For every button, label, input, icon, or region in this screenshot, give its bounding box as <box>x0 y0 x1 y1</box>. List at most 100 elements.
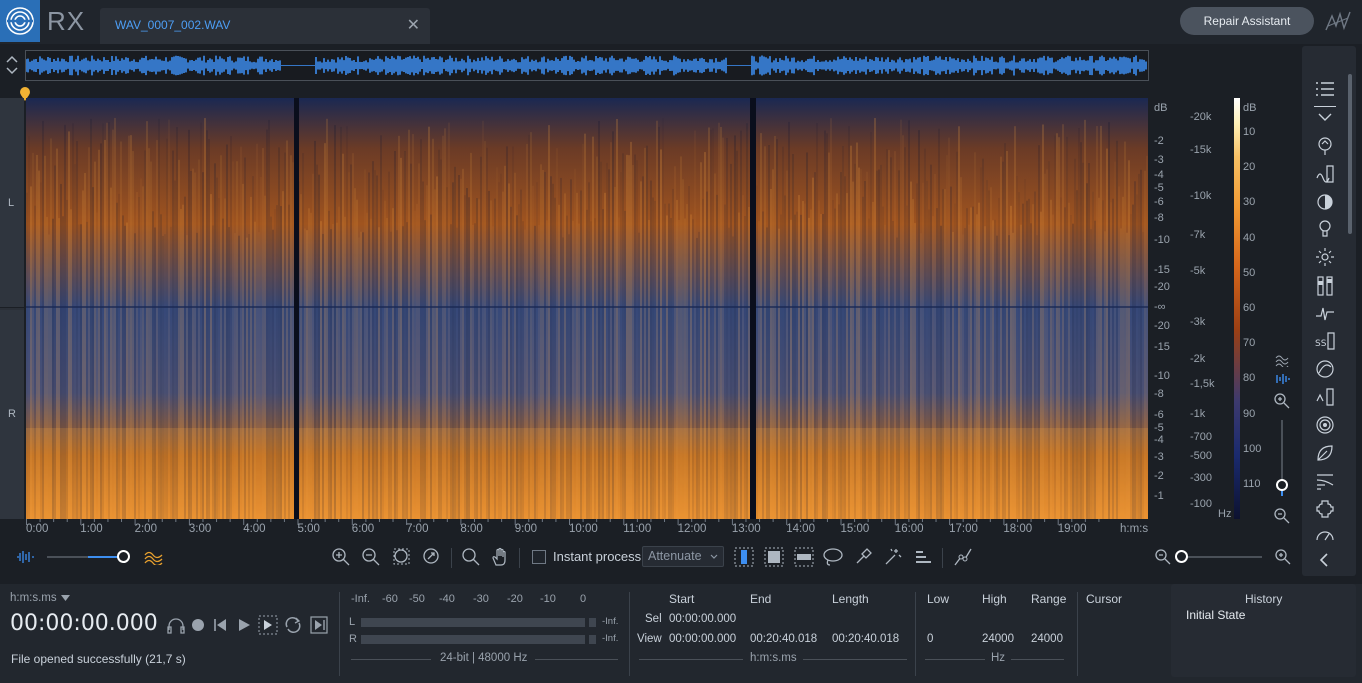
chevron-down-icon[interactable] <box>1316 112 1334 122</box>
eq-module-icon[interactable] <box>1315 275 1335 297</box>
file-tab[interactable]: WAV_0007_002.WAV ✕ <box>100 8 430 44</box>
amp-scale-label: -∞ <box>1154 301 1166 313</box>
color-scale-label: 110 <box>1243 478 1261 490</box>
declick-module-icon[interactable] <box>1315 304 1335 324</box>
overview-waveform[interactable] <box>25 50 1149 81</box>
spectrogram-plot <box>26 98 1148 519</box>
view-start-field[interactable]: 00:00:00.000 <box>669 633 736 645</box>
module-list-icon[interactable] <box>1314 80 1336 98</box>
declip-module-icon[interactable] <box>1315 164 1335 184</box>
vertical-zoom-in-icon[interactable] <box>1273 392 1291 410</box>
high-header: High <box>982 592 1007 606</box>
right-channel-label: R <box>8 408 16 420</box>
magic-wand-icon[interactable] <box>881 545 905 569</box>
horizontal-zoom-out-icon[interactable] <box>1151 545 1175 569</box>
time-tick-label: 9:00 <box>514 523 538 535</box>
signal-path-icon[interactable] <box>1322 8 1354 36</box>
repair-assistant-module-icon[interactable] <box>1315 136 1335 156</box>
gain-envelope-icon[interactable] <box>951 545 975 569</box>
vertical-zoom-thumb[interactable] <box>1276 479 1288 491</box>
frequency-selection-icon[interactable] <box>792 545 816 569</box>
range-freq-field[interactable]: 24000 <box>1031 633 1063 645</box>
zoom-tool-icon[interactable] <box>459 545 483 569</box>
dialogue-isolate-module-icon[interactable] <box>1315 443 1335 463</box>
view-end-field[interactable]: 00:20:40.018 <box>750 633 817 645</box>
deplosive-module-icon[interactable] <box>1315 219 1335 239</box>
chevron-left-icon[interactable] <box>1318 552 1330 568</box>
color-scale-label: 20 <box>1243 161 1256 174</box>
spectrogram-opacity-icon[interactable] <box>142 545 166 569</box>
play-selection-icon[interactable] <box>258 615 278 635</box>
low-freq-field[interactable]: 0 <box>927 633 933 645</box>
history-item-initial-state[interactable]: Initial State <box>1186 608 1245 622</box>
plugin-module-icon[interactable] <box>1315 499 1335 519</box>
sidebar-divider <box>1314 106 1336 107</box>
de-bleed-module-icon[interactable] <box>1315 359 1335 379</box>
close-tab-icon[interactable]: ✕ <box>407 15 420 35</box>
status-message: File opened successfully (21,7 s) <box>11 652 186 666</box>
horizontal-zoom-track[interactable] <box>1180 556 1262 558</box>
instant-process-mode-select[interactable]: Attenuate <box>642 546 724 567</box>
dereverb-module-icon[interactable] <box>1315 415 1335 435</box>
sel-start-field[interactable]: 00:00:00.000 <box>669 613 736 625</box>
time-format-label[interactable]: h:m:s.ms <box>10 592 57 604</box>
meter-scale-label: -Inf. <box>351 593 370 605</box>
color-scale-label: 100 <box>1243 442 1262 455</box>
time-selection-tool-icon[interactable] <box>732 545 756 569</box>
skip-to-start-icon[interactable] <box>212 617 228 633</box>
silence-gap <box>750 98 756 519</box>
amp-scale-label: -4 <box>1154 434 1164 446</box>
harmonic-selection-icon[interactable] <box>911 545 935 569</box>
freq-scale-label: -15k <box>1190 144 1212 156</box>
sidebar-scrollbar[interactable] <box>1348 74 1352 234</box>
end-header: End <box>750 592 772 606</box>
freq-scale-label: -2k <box>1190 353 1206 365</box>
brush-tool-icon[interactable] <box>851 545 875 569</box>
headphones-icon[interactable] <box>166 616 186 634</box>
freq-scale-label: -5k <box>1190 265 1206 277</box>
zoom-out-icon[interactable] <box>359 545 383 569</box>
record-icon[interactable] <box>191 618 205 632</box>
izotope-logo[interactable] <box>0 0 40 42</box>
time-frequency-selection-icon[interactable] <box>762 545 786 569</box>
overview-toggle[interactable] <box>4 52 20 83</box>
skip-to-end-icon[interactable] <box>310 615 328 635</box>
loudness-module-icon[interactable] <box>1315 526 1335 542</box>
fade-module-icon[interactable] <box>1315 471 1335 491</box>
instant-process-checkbox[interactable] <box>532 550 546 564</box>
meter-left-peak <box>589 618 596 627</box>
spectrogram-display[interactable] <box>26 98 1148 519</box>
denoise-module-icon[interactable] <box>1315 247 1335 267</box>
loop-icon[interactable] <box>283 615 303 635</box>
zoom-in-icon[interactable] <box>329 545 353 569</box>
zoom-selection-icon[interactable] <box>390 545 414 569</box>
overview-waveform-trace <box>25 55 1147 76</box>
waveform-opacity-icon[interactable] <box>13 545 37 569</box>
high-freq-field[interactable]: 24000 <box>982 633 1014 645</box>
lasso-tool-icon[interactable] <box>821 545 845 569</box>
decrackle-module-icon[interactable] <box>1315 387 1335 407</box>
vertical-zoom-out-icon[interactable] <box>1273 507 1291 525</box>
instant-process-mode-value: Attenuate <box>648 549 702 563</box>
deess-module-icon[interactable]: SS <box>1314 331 1336 351</box>
freq-scale-label: -300 <box>1190 472 1213 484</box>
spectrogram-view-icon[interactable] <box>1275 373 1291 385</box>
opacity-slider-thumb[interactable] <box>117 550 130 563</box>
hand-tool-icon[interactable] <box>488 545 512 569</box>
time-ruler[interactable]: 0:00 1:00 2:00 3:00 4:00 5:00 6:00 7:00 8:00 9:00… <box>26 519 1152 539</box>
horizontal-zoom-thumb[interactable] <box>1175 550 1188 563</box>
play-icon[interactable] <box>236 617 252 633</box>
color-unit-label: dB <box>1243 102 1257 114</box>
file-tab-label[interactable]: WAV_0007_002.WAV <box>115 18 230 32</box>
time-tick-label: 16:00 <box>894 523 924 535</box>
repair-assistant-button[interactable]: Repair Assistant <box>1180 7 1314 35</box>
dehum-module-icon[interactable] <box>1315 192 1335 212</box>
meter-left-label: L <box>349 616 356 628</box>
zoom-fit-icon[interactable] <box>420 545 444 569</box>
view-length-field[interactable]: 00:20:40.018 <box>832 633 899 645</box>
time-format-dropdown-icon[interactable] <box>61 595 70 602</box>
horizontal-zoom-in-icon[interactable] <box>1271 545 1295 569</box>
amp-scale-label: -6 <box>1154 409 1164 421</box>
waveform-view-icon[interactable] <box>1275 353 1291 367</box>
toolbar-divider <box>942 548 943 568</box>
